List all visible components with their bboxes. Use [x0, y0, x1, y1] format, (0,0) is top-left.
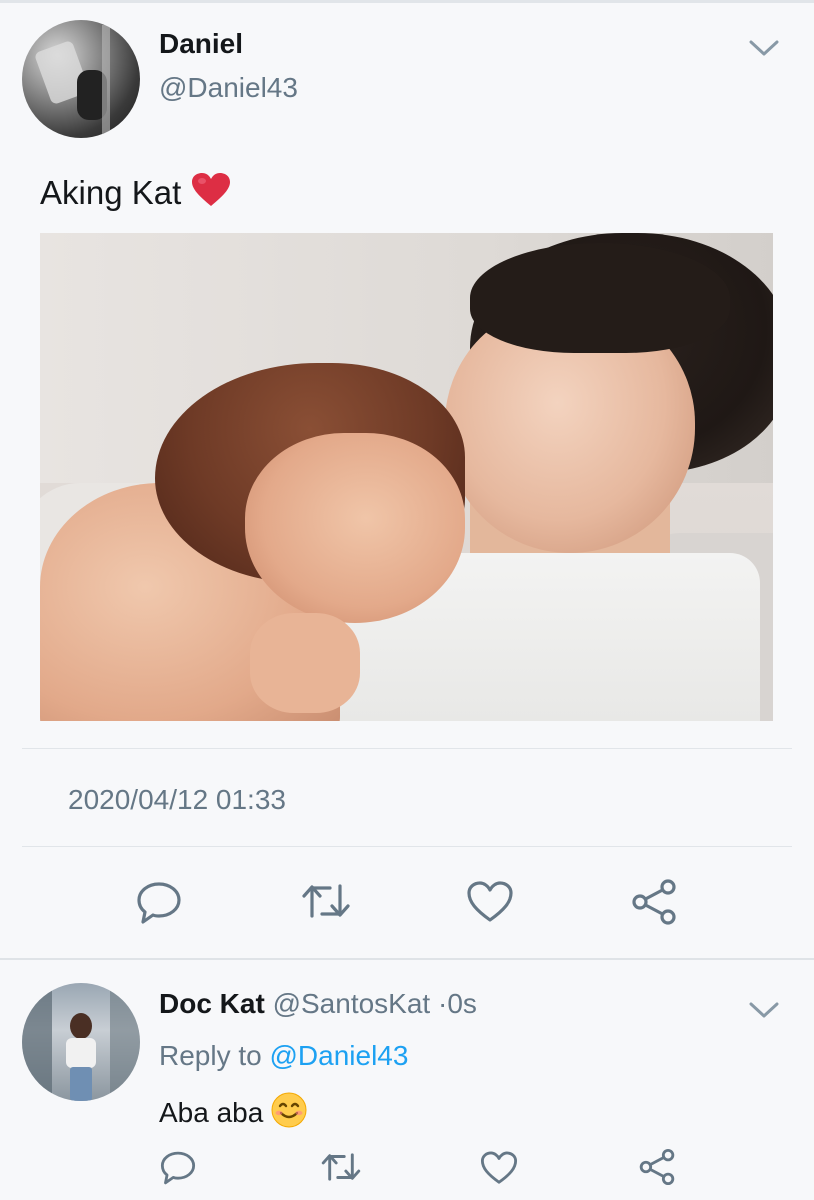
reply-author-avatar[interactable] [22, 983, 140, 1101]
share-icon [639, 1148, 675, 1186]
reply-to-mention[interactable]: @Daniel43 [270, 1040, 409, 1071]
reply-like-button[interactable] [480, 1150, 518, 1186]
retweet-icon [321, 1153, 361, 1181]
reply-icon [137, 882, 181, 924]
like-button[interactable] [466, 880, 514, 924]
section-divider [0, 958, 814, 960]
tweet-timestamp: 2020/04/12 01:33 [68, 784, 286, 815]
chevron-down-icon[interactable] [748, 1000, 780, 1020]
tweet-text: Aking Kat [40, 172, 231, 212]
chevron-down-icon[interactable] [748, 38, 780, 58]
tweet-photo[interactable] [40, 233, 773, 721]
reply-retweet-button[interactable] [320, 1150, 362, 1184]
like-icon [480, 1151, 518, 1184]
reply-author-handle[interactable]: @SantosKat [273, 988, 431, 1019]
retweet-button[interactable] [300, 880, 352, 922]
divider [22, 846, 792, 847]
share-icon [632, 879, 676, 925]
top-border [0, 0, 814, 3]
reply-button[interactable] [136, 880, 182, 926]
reply-reply-button[interactable] [160, 1150, 196, 1186]
reply-text-content: Aba aba [159, 1097, 264, 1128]
reply-header: Doc Kat @SantosKat ·0s [159, 988, 477, 1020]
red-heart-emoji-icon [192, 173, 231, 206]
author-avatar[interactable] [22, 20, 140, 138]
share-button[interactable] [630, 878, 678, 926]
tweet-text-content: Aking Kat [40, 174, 182, 211]
author-name[interactable]: Daniel [159, 28, 243, 60]
reply-age: 0s [447, 988, 477, 1019]
reply-text: Aba aba [159, 1092, 307, 1129]
reply-icon [160, 1151, 196, 1185]
reply-author-name[interactable]: Doc Kat [159, 988, 265, 1019]
retweet-icon [302, 884, 350, 918]
reply-to-line: Reply to @Daniel43 [159, 1040, 408, 1072]
reply-separator: · [437, 988, 448, 1019]
smiling-face-emoji-icon [271, 1092, 307, 1128]
divider [22, 748, 792, 749]
author-handle[interactable]: @Daniel43 [159, 72, 298, 104]
reply-to-label: Reply to [159, 1040, 262, 1071]
like-icon [467, 881, 513, 922]
reply-share-button[interactable] [638, 1148, 676, 1186]
